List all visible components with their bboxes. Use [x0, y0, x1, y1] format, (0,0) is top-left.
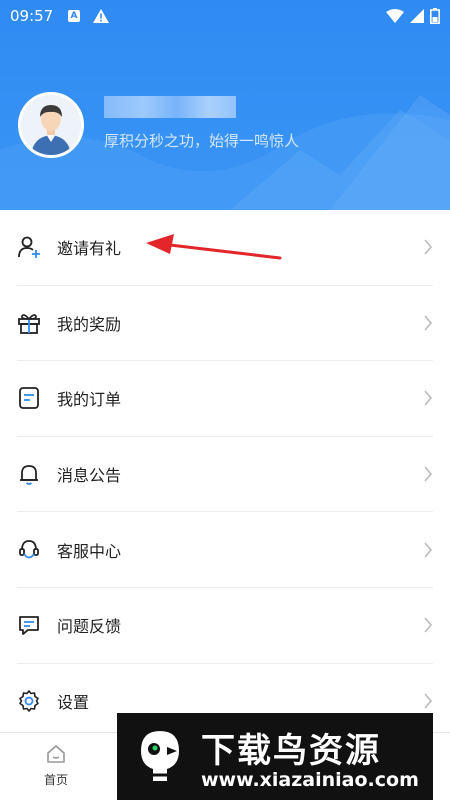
menu-label-notices: 消息公告	[57, 466, 122, 486]
menu-label-settings: 设置	[57, 693, 90, 713]
signal-icon	[410, 9, 424, 23]
annotation-arrow	[146, 234, 282, 260]
profile-header: 09:57 A 厚积分秒之功，始得一鸣惊人	[0, 0, 450, 210]
chevron-right-icon	[424, 542, 433, 558]
watermark-title: 下载鸟资源	[201, 731, 381, 771]
menu-label-feedback: 问题反馈	[57, 617, 122, 637]
menu-label-orders: 我的订单	[57, 390, 122, 410]
menu-label-rewards: 我的奖励	[57, 314, 122, 334]
menu-item-notices[interactable]: 消息公告	[17, 437, 433, 513]
profile-slogan: 厚积分秒之功，始得一鸣惊人	[104, 132, 300, 150]
menu-list: 邀请有礼 我的奖励 我的订单 消息公告 客服中心 问题反馈 设置	[0, 210, 450, 739]
tab-home[interactable]: 首页	[36, 743, 76, 788]
menu-item-orders[interactable]: 我的订单	[17, 361, 433, 437]
chevron-right-icon	[424, 239, 433, 255]
chevron-right-icon	[424, 390, 433, 407]
gift-icon	[18, 314, 40, 334]
chevron-right-icon	[424, 315, 433, 331]
status-bar: 09:57 A	[0, 0, 450, 34]
order-icon	[19, 387, 39, 410]
gear-icon	[19, 690, 39, 713]
status-right-icons	[386, 8, 440, 24]
menu-item-customer-service[interactable]: 客服中心	[17, 512, 433, 588]
watermark-logo-icon	[141, 731, 179, 781]
wifi-icon	[386, 9, 404, 23]
status-a-icon: A	[68, 10, 80, 22]
feedback-icon	[19, 616, 39, 636]
menu-item-rewards[interactable]: 我的奖励	[17, 286, 433, 362]
watermark: 下载鸟资源 www.xiazainiao.com	[117, 713, 433, 800]
bell-icon	[20, 465, 38, 485]
chevron-right-icon	[424, 617, 433, 633]
menu-item-feedback[interactable]: 问题反馈	[17, 588, 433, 664]
battery-icon	[430, 8, 440, 24]
menu-label-customer-service: 客服中心	[57, 541, 122, 561]
warning-icon	[93, 9, 109, 23]
customer-service-icon	[19, 539, 39, 559]
avatar[interactable]	[18, 92, 84, 158]
avatar-person-icon	[21, 95, 81, 155]
watermark-url: www.xiazainiao.com	[201, 769, 419, 791]
menu-label-invite: 邀请有礼	[57, 239, 122, 259]
status-time: 09:57	[10, 7, 54, 25]
chevron-right-icon	[424, 466, 433, 482]
username-blurred	[104, 96, 236, 118]
tab-home-label: 首页	[43, 773, 68, 787]
chevron-right-icon	[424, 693, 433, 709]
invite-user-icon	[18, 236, 40, 259]
home-icon	[47, 745, 65, 763]
